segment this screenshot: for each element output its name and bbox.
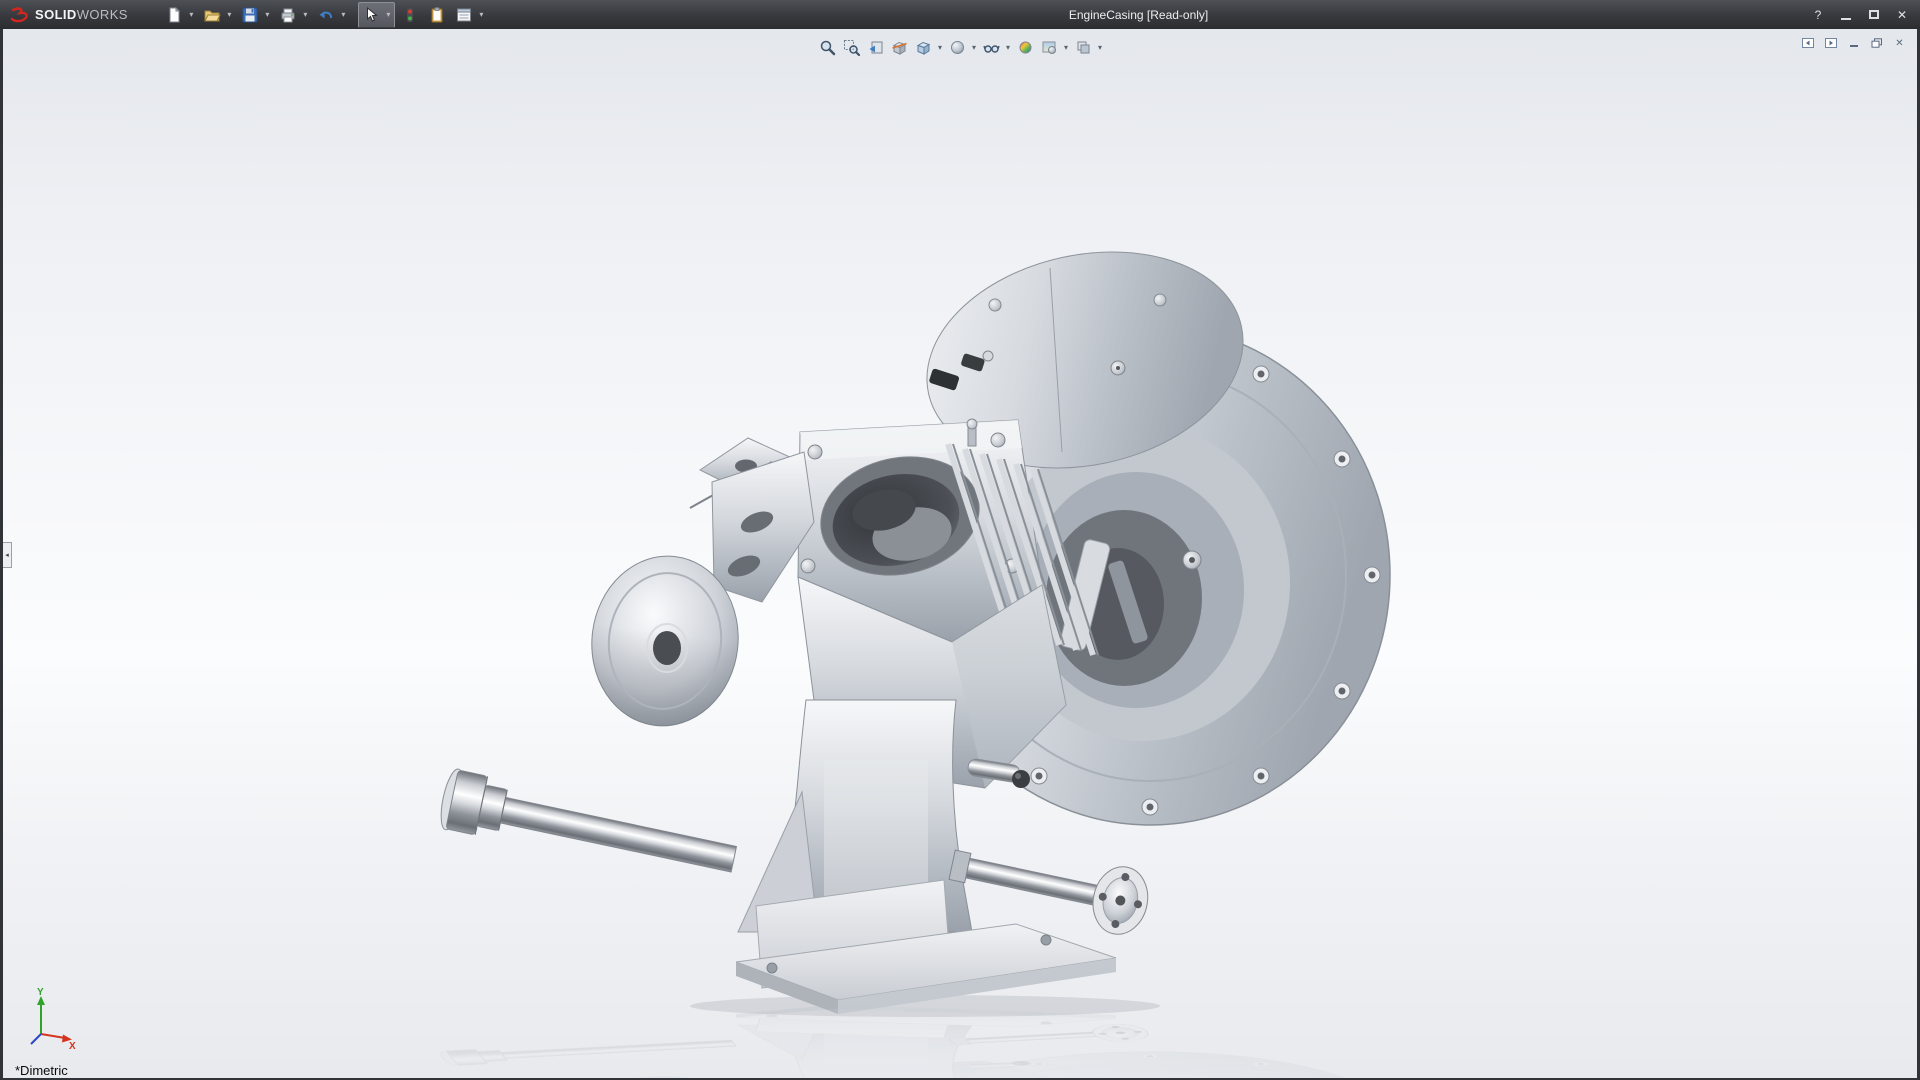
document-window-controls: ✕ (1798, 35, 1909, 51)
options-dropdown[interactable]: ▾ (476, 3, 487, 27)
y-axis-label: Y (37, 988, 44, 998)
magnifier-icon (819, 39, 836, 56)
view-orientation-label: *Dimetric (15, 1063, 68, 1078)
x-axis-label: X (69, 1041, 76, 1050)
display-style-dropdown[interactable]: ▾ (969, 36, 979, 58)
zoom-to-fit-button[interactable] (815, 36, 839, 58)
brand-text: SOLIDWORKS (35, 7, 128, 22)
minimize-window-button[interactable] (1833, 5, 1859, 25)
view-orientation-dropdown[interactable]: ▾ (935, 36, 945, 58)
save-button[interactable] (238, 3, 262, 27)
glasses-icon (983, 39, 1000, 56)
minimize-icon (1841, 18, 1851, 20)
open-document-dropdown[interactable]: ▾ (224, 3, 235, 27)
titlebar: SOLIDWORKS ▾ ▾ ▾ (0, 0, 1920, 29)
save-dropdown[interactable]: ▾ (262, 3, 273, 27)
save-floppy-icon (241, 6, 259, 24)
brand-bold: SOLID (35, 7, 77, 22)
solidworks-logo-icon (10, 7, 30, 23)
z-axis-line (31, 1034, 41, 1044)
solidworks-logo: SOLIDWORKS (10, 7, 128, 23)
maximize-window-button[interactable] (1861, 5, 1887, 25)
undo-button[interactable] (314, 3, 338, 27)
select-button[interactable] (359, 3, 383, 27)
new-document-icon (165, 6, 183, 24)
window-arrow-left-button[interactable] (1798, 35, 1817, 51)
file-properties-button[interactable] (425, 3, 449, 27)
display-style-button[interactable] (945, 36, 969, 58)
section-view-button[interactable] (887, 36, 911, 58)
window-arrow-right-icon (1825, 38, 1837, 48)
magnifier-area-icon (843, 39, 860, 56)
section-cube-icon (891, 39, 908, 56)
orientation-triad: Y X (25, 988, 79, 1050)
view-cube-icon (915, 39, 932, 56)
minimize-document-icon (1848, 38, 1860, 48)
engine-casing-model[interactable] (3, 29, 1917, 1078)
new-document-button[interactable] (162, 3, 186, 27)
printer-icon (279, 6, 297, 24)
close-window-button[interactable]: ✕ (1889, 5, 1915, 25)
heads-up-view-toolbar: ▾ ▾ ▾ ▾ (815, 36, 1105, 58)
graphics-viewport[interactable]: ▾ ▾ ▾ ▾ (3, 29, 1917, 1078)
apply-scene-dropdown[interactable]: ▾ (1061, 36, 1071, 58)
open-document-button[interactable] (200, 3, 224, 27)
options-button[interactable] (452, 3, 476, 27)
new-document-dropdown[interactable]: ▾ (186, 3, 197, 27)
previous-view-button[interactable] (863, 36, 887, 58)
floor-reflection (437, 1005, 1390, 1079)
shaded-sphere-icon (949, 39, 966, 56)
options-panel-icon (455, 6, 473, 24)
appearance-sphere-icon (1017, 39, 1034, 56)
maximize-icon (1869, 10, 1879, 19)
minimize-document-button[interactable] (1844, 35, 1863, 51)
hide-show-items-dropdown[interactable]: ▾ (1003, 36, 1013, 58)
view-orientation-button[interactable] (911, 36, 935, 58)
window-arrow-left-icon (1802, 38, 1814, 48)
zoom-to-area-button[interactable] (839, 36, 863, 58)
window-controls: ? ✕ (1805, 0, 1915, 29)
document-title: EngineCasing [Read-only] (1069, 8, 1208, 22)
restore-document-button[interactable] (1867, 35, 1886, 51)
undo-dropdown[interactable]: ▾ (338, 3, 349, 27)
previous-view-icon (867, 39, 884, 56)
featuremanager-collapsed-tab[interactable]: ◂ (3, 542, 12, 568)
select-dropdown[interactable]: ▾ (383, 3, 394, 27)
view-settings-button[interactable] (1071, 36, 1095, 58)
open-folder-icon (203, 6, 221, 24)
hide-show-items-button[interactable] (979, 36, 1003, 58)
traffic-light-icon (401, 6, 419, 24)
window-arrow-right-button[interactable] (1821, 35, 1840, 51)
help-button[interactable]: ? (1805, 5, 1831, 25)
scene-sphere-icon (1041, 39, 1058, 56)
select-tool-group: ▾ (358, 2, 395, 28)
restore-document-icon (1871, 38, 1883, 48)
view-settings-icon (1075, 39, 1092, 56)
close-document-button[interactable]: ✕ (1890, 35, 1909, 51)
brand-light: WORKS (77, 7, 128, 22)
view-settings-dropdown[interactable]: ▾ (1095, 36, 1105, 58)
print-button[interactable] (276, 3, 300, 27)
select-cursor-icon (362, 6, 380, 24)
edit-appearance-button[interactable] (1013, 36, 1037, 58)
clipboard-icon (428, 6, 446, 24)
xpress-products-button[interactable] (398, 3, 422, 27)
apply-scene-button[interactable] (1037, 36, 1061, 58)
undo-arrow-icon (317, 6, 335, 24)
engine-casing-geometry (437, 224, 1390, 1014)
print-dropdown[interactable]: ▾ (300, 3, 311, 27)
